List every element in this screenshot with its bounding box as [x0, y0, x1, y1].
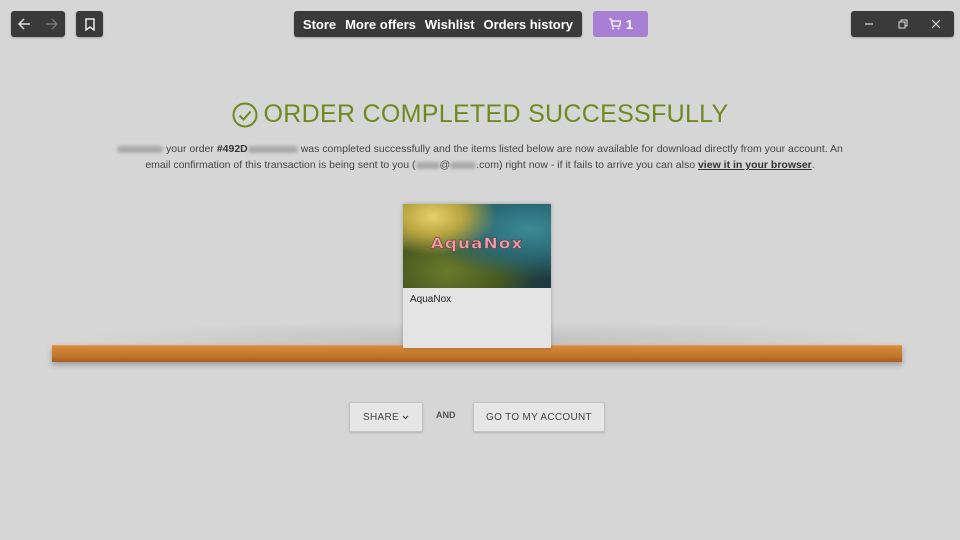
close-icon — [931, 19, 941, 29]
cart-button[interactable]: 1 — [593, 11, 648, 37]
minimize-button[interactable] — [854, 11, 884, 37]
main-menu: Store More offers Wishlist Orders histor… — [294, 11, 582, 37]
message-part3: .com) right now - if it fails to arrive … — [476, 159, 696, 171]
and-label: AND — [436, 410, 456, 420]
confirmation-message: your order #492D was completed successfu… — [110, 141, 850, 173]
menu-store[interactable]: Store — [303, 17, 336, 32]
product-thumbnail: AquaNox — [403, 204, 551, 288]
success-heading: ORDER COMPLETED SUCCESSFULLY — [0, 100, 960, 129]
product-logo: AquaNox — [430, 235, 524, 253]
share-button[interactable]: SHARE — [349, 402, 423, 432]
email-at: @ — [439, 159, 451, 171]
chevron-down-icon — [402, 415, 409, 419]
order-number: #492D — [216, 143, 248, 155]
arrow-right-icon — [46, 18, 58, 30]
restore-button[interactable] — [888, 11, 918, 37]
minimize-icon — [865, 23, 874, 25]
forward-button[interactable] — [38, 11, 65, 37]
product-card[interactable]: AquaNox AquaNox — [403, 204, 551, 348]
arrow-left-icon — [18, 18, 30, 30]
redacted-email-user — [415, 161, 440, 169]
bookmark-button[interactable] — [76, 11, 103, 37]
message-part1: your order — [166, 143, 214, 155]
cart-count: 1 — [625, 16, 634, 32]
product-title: AquaNox — [410, 294, 452, 305]
check-circle-icon — [232, 102, 258, 127]
redacted-order-number — [247, 145, 298, 153]
share-label: SHARE — [363, 411, 399, 423]
menu-wishlist[interactable]: Wishlist — [425, 17, 475, 32]
redacted-email-domain — [450, 161, 477, 169]
redacted-name — [117, 145, 164, 153]
go-to-account-button[interactable]: GO TO MY ACCOUNT — [473, 402, 605, 432]
back-button[interactable] — [11, 11, 38, 37]
view-in-browser-link[interactable]: view it in your browser — [698, 159, 812, 171]
message-end: . — [811, 159, 815, 171]
restore-icon — [898, 19, 907, 29]
nav-button-group — [11, 11, 65, 37]
cart-icon — [608, 18, 621, 30]
window-controls — [851, 11, 954, 37]
menu-orders-history[interactable]: Orders history — [483, 17, 573, 32]
heading-text: ORDER COMPLETED SUCCESSFULLY — [263, 100, 729, 128]
bookmark-icon — [84, 17, 95, 31]
close-button[interactable] — [921, 11, 951, 37]
menu-more-offers[interactable]: More offers — [345, 17, 416, 32]
